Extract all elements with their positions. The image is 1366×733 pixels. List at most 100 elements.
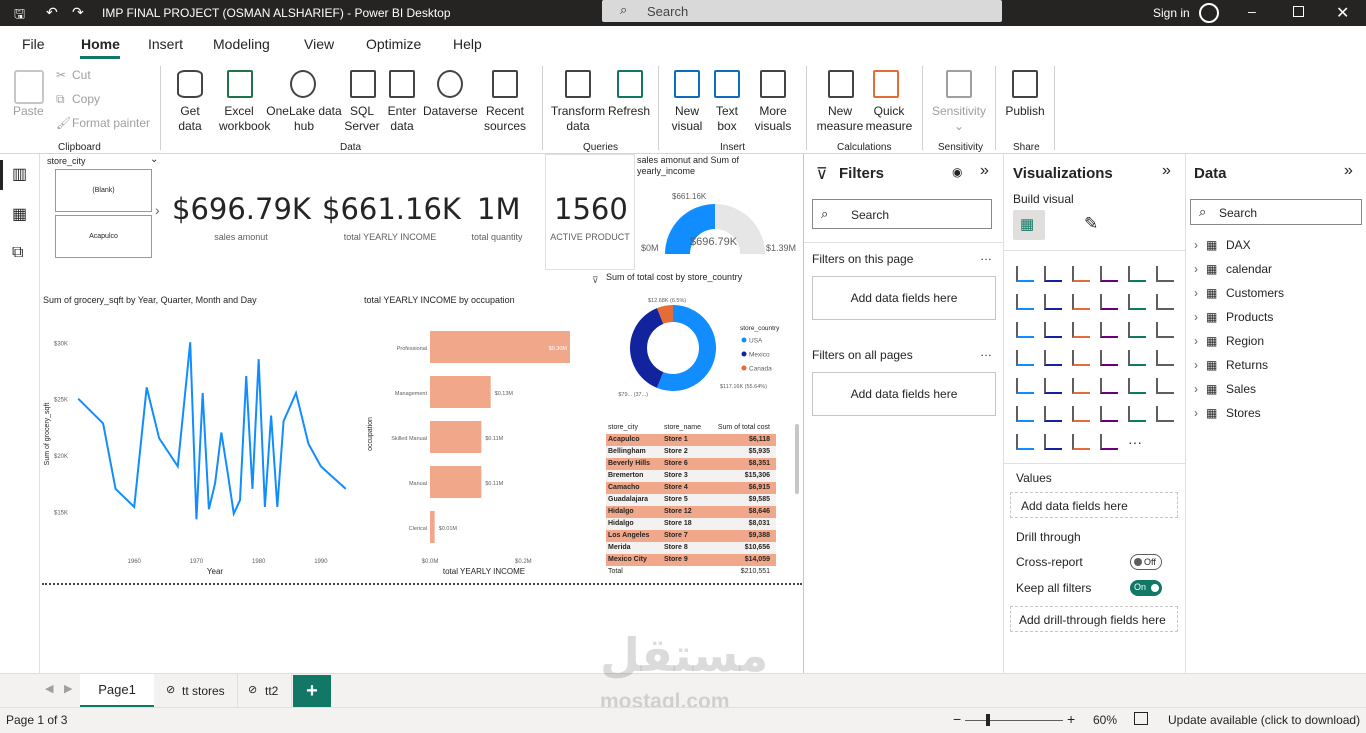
data-table-item[interactable]: › ▦ Returns [1194, 358, 1354, 376]
stacked-bar-icon[interactable] [1016, 266, 1034, 282]
ribbon-chart-icon[interactable] [1156, 294, 1174, 310]
account-icon[interactable] [1199, 3, 1219, 23]
new-measure-button[interactable]: New measure [814, 104, 866, 134]
zoom-slider[interactable] [965, 720, 1063, 721]
filter-icon[interactable]: ⊽ [592, 275, 599, 286]
refresh-button[interactable]: Refresh [607, 104, 651, 119]
decomposition-tree-icon[interactable] [1044, 406, 1062, 422]
onelake-button[interactable]: OneLake data hub [266, 104, 342, 134]
copy-button[interactable]: Copy [72, 92, 100, 107]
format-visual-icon[interactable]: ✎ [1084, 214, 1098, 234]
slicer-item[interactable]: Acapulco [55, 215, 152, 258]
slicer-item[interactable]: (Blank) [55, 169, 152, 212]
collapse-icon[interactable]: » [1344, 162, 1353, 180]
line-clustered-icon[interactable] [1128, 294, 1146, 310]
text-box-button[interactable]: Text box [707, 104, 747, 134]
collapse-icon[interactable]: » [980, 162, 989, 180]
table-view-icon[interactable]: ▦ [12, 204, 27, 224]
treemap-icon[interactable] [1156, 322, 1174, 338]
matrix-icon[interactable] [1100, 378, 1118, 394]
tab-file[interactable]: File [22, 36, 45, 52]
key-influencers-icon[interactable] [1016, 406, 1034, 422]
page-tab-tt-stores[interactable]: ⊘ tt stores [154, 674, 238, 708]
excel-workbook-button[interactable]: Excel workbook [219, 104, 270, 134]
table-row[interactable]: Guadalajara Store 5 $9,585 [606, 494, 776, 506]
waterfall-icon[interactable] [1016, 322, 1034, 338]
model-view-icon[interactable]: ⧉ [12, 244, 23, 262]
metrics-icon[interactable] [1156, 406, 1174, 422]
filters-search-input[interactable]: ⌕ Search [812, 199, 992, 229]
more-visuals-button[interactable]: More visuals [745, 104, 801, 134]
filled-map-icon[interactable] [1044, 350, 1062, 366]
clustered-bar-icon[interactable] [1072, 266, 1090, 282]
transform-data-button[interactable]: Transform data [550, 104, 606, 134]
power-apps-icon[interactable] [1016, 434, 1034, 450]
slicer-icon[interactable] [1044, 378, 1062, 394]
clustered-column-icon[interactable] [1100, 266, 1118, 282]
publish-button[interactable]: Publish [1003, 104, 1047, 119]
more-icon[interactable]: ··· [1128, 434, 1142, 450]
table-row[interactable]: Merida Store 8 $10,656 [606, 542, 776, 554]
build-visual-tab[interactable]: ▦ [1013, 210, 1045, 240]
data-table-item[interactable]: › ▦ Customers [1194, 286, 1354, 304]
table-total-row[interactable]: Total $210,551 [606, 566, 776, 578]
cross-report-toggle[interactable]: Off [1130, 554, 1162, 570]
quick-measure-button[interactable]: Quick measure [864, 104, 914, 134]
tab-insert[interactable]: Insert [148, 36, 183, 52]
qa-icon[interactable] [1072, 406, 1090, 422]
more-options-icon[interactable]: … [980, 249, 992, 263]
tab-optimize[interactable]: Optimize [366, 36, 421, 52]
data-table-item[interactable]: › ▦ DAX [1194, 238, 1354, 256]
format-painter-button[interactable]: Format painter [72, 116, 150, 131]
minimize-icon[interactable]: – [1248, 3, 1256, 19]
new-visual-button[interactable]: New visual [667, 104, 707, 134]
paginated-icon[interactable] [1128, 406, 1146, 422]
table-row[interactable]: Acapulco Store 1 $6,118 [606, 434, 776, 446]
tab-modeling[interactable]: Modeling [213, 36, 270, 52]
stacked-area-icon[interactable] [1072, 294, 1090, 310]
multirow-card-icon[interactable] [1156, 350, 1174, 366]
tab-home[interactable]: Home [81, 36, 120, 52]
eye-icon[interactable]: ◉ [952, 165, 962, 179]
table-row[interactable]: Bellingham Store 2 $5,935 [606, 446, 776, 458]
donut-icon[interactable] [1128, 322, 1146, 338]
tab-help[interactable]: Help [453, 36, 482, 52]
filters-page-drop-zone[interactable]: Add data fields here [812, 276, 996, 320]
funnel-icon[interactable] [1044, 322, 1062, 338]
table-scrollbar[interactable] [795, 424, 799, 494]
pie-icon[interactable] [1100, 322, 1118, 338]
gauge-icon[interactable] [1100, 350, 1118, 366]
save-icon[interactable]: 🖫 [14, 5, 25, 27]
update-available-link[interactable]: Update available (click to download) [1168, 713, 1360, 727]
add-page-button[interactable]: + [293, 675, 331, 707]
table-row[interactable]: Hidalgo Store 18 $8,031 [606, 518, 776, 530]
data-table-item[interactable]: › ▦ Region [1194, 334, 1354, 352]
line-chart-icon[interactable] [1016, 294, 1034, 310]
collapse-icon[interactable]: » [1162, 162, 1171, 180]
store-table[interactable]: store_city store_name Sum of total cost Aca… [606, 422, 776, 578]
redo-icon[interactable]: ↷ [72, 4, 84, 21]
zoom-out-icon[interactable]: − [953, 711, 961, 727]
gauge-chart[interactable] [660, 199, 770, 259]
cut-button[interactable]: Cut [72, 68, 91, 83]
card-icon[interactable] [1128, 350, 1146, 366]
recent-sources-button[interactable]: Recent sources [478, 104, 532, 134]
table-row[interactable]: Bremerton Store 3 $15,306 [606, 470, 776, 482]
drill-through-drop-zone[interactable]: Add drill-through fields here [1010, 606, 1178, 632]
table-row[interactable]: Los Angeles Store 7 $9,388 [606, 530, 776, 542]
line-chart[interactable]: $15K $20K $25K $30K 1960 1970 1980 1990 Year Sum … [40, 309, 360, 579]
page-tab-tt2[interactable]: ⊘ tt2 [238, 674, 292, 708]
tab-view[interactable]: View [304, 36, 334, 52]
r-visual-icon[interactable] [1128, 378, 1146, 394]
prev-page-icon[interactable]: ◀ [45, 682, 53, 695]
data-table-item[interactable]: › ▦ Products [1194, 310, 1354, 328]
report-view-icon[interactable]: ▥ [12, 164, 27, 184]
data-table-item[interactable]: › ▦ Stores [1194, 406, 1354, 424]
stacked-column-icon[interactable] [1044, 266, 1062, 282]
line-column-icon[interactable] [1100, 294, 1118, 310]
close-icon[interactable]: ✕ [1336, 3, 1349, 23]
filters-all-drop-zone[interactable]: Add data fields here [812, 372, 996, 416]
title-search-box[interactable]: ⌕ Search [602, 0, 1002, 22]
undo-icon[interactable]: ↶ [46, 4, 58, 21]
enter-data-button[interactable]: Enter data [383, 104, 421, 134]
